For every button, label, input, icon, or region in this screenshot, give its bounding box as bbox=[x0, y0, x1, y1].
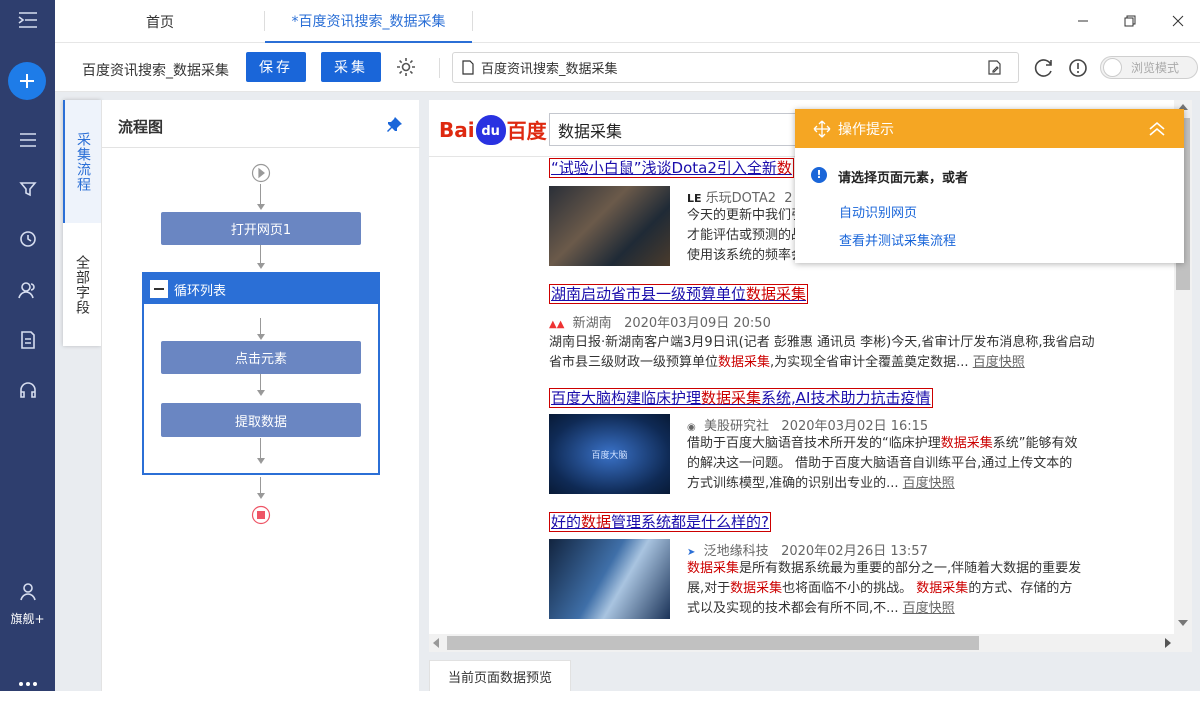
url-field[interactable]: 百度资讯搜索_数据采集 bbox=[452, 52, 1019, 83]
more-icon[interactable] bbox=[0, 664, 55, 704]
users-icon[interactable] bbox=[0, 270, 55, 310]
browse-mode-toggle[interactable]: 浏览模式 bbox=[1100, 56, 1198, 79]
result-line: 湖南日报·新湖南客户端3月9日讯(记者 彭雅惠 通讯员 李彬)今天,省审计厅发布… bbox=[549, 335, 1095, 350]
task-name: 百度资讯搜索_数据采集 bbox=[82, 63, 229, 79]
result-line: 方式训练模型,准确的识别出专业的... 百度快照 bbox=[687, 476, 955, 491]
start-icon bbox=[251, 163, 271, 187]
page-icon bbox=[462, 60, 474, 75]
minimize-icon[interactable] bbox=[1071, 10, 1095, 32]
result-line: 借助于百度大脑语音技术所开发的“临床护理数据采集系统”能够有效 bbox=[687, 436, 1078, 451]
save-button[interactable]: 保存 bbox=[246, 52, 306, 82]
data-preview-tab[interactable]: 当前页面数据预览 bbox=[429, 660, 571, 691]
result-meta: ▲▲ 新湖南 2020年03月09日 20:50 bbox=[549, 316, 771, 331]
result-line: 式以及实现的技术都会有所不同,不... 百度快照 bbox=[687, 601, 955, 616]
flagship-label[interactable]: 旗舰+ bbox=[0, 610, 55, 627]
close-icon[interactable] bbox=[1166, 10, 1190, 32]
browse-mode-label: 浏览模式 bbox=[1131, 61, 1180, 75]
baidu-logo: Bai du 百度 bbox=[439, 113, 547, 146]
add-task-button[interactable] bbox=[8, 62, 46, 100]
news-result[interactable]: 湖南启动省市县一级预算单位数据采集 bbox=[549, 284, 1109, 304]
tab-active-task[interactable]: *百度资讯搜索_数据采集 bbox=[265, 0, 472, 43]
tab-fields[interactable]: 全部字段 bbox=[63, 223, 101, 346]
snapshot-link[interactable]: 百度快照 bbox=[903, 476, 955, 491]
alert-icon: ! bbox=[811, 167, 827, 183]
tab-home[interactable]: 首页 bbox=[55, 0, 265, 43]
list-icon[interactable] bbox=[0, 120, 55, 160]
test-flow-link[interactable]: 查看并测试采集流程 bbox=[839, 230, 956, 249]
end-icon bbox=[251, 505, 271, 529]
horizontal-scrollbar[interactable] bbox=[429, 634, 1192, 652]
result-line: 数据采集是所有数据系统最为重要的部分之一,伴随着大数据的重要发 bbox=[687, 561, 1082, 576]
result-title[interactable]: 百度大脑构建临床护理数据采集系统,AI技术助力抗击疫情 bbox=[549, 388, 933, 408]
side-tabs: 采集流程 全部字段 bbox=[63, 100, 101, 346]
loop-list-header[interactable]: 循环列表 bbox=[144, 274, 378, 304]
tip-message: 请选择页面元素，或者 bbox=[838, 171, 969, 186]
flow-panel: 流程图 打开网页1 循环列表 点击元素 提取数据 bbox=[101, 100, 420, 691]
step-click-element[interactable]: 点击元素 bbox=[161, 341, 361, 374]
tab-flow[interactable]: 采集流程 bbox=[63, 100, 101, 223]
info-icon[interactable] bbox=[1067, 57, 1089, 83]
template-icon[interactable] bbox=[0, 169, 55, 209]
result-title[interactable]: 湖南启动省市县一级预算单位数据采集 bbox=[549, 284, 809, 304]
step-extract-data[interactable]: 提取数据 bbox=[161, 403, 361, 437]
result-thumbnail[interactable] bbox=[549, 186, 670, 266]
result-thumbnail[interactable] bbox=[549, 539, 670, 619]
flow-header: 流程图 bbox=[102, 100, 420, 148]
flow-title: 流程图 bbox=[118, 118, 164, 136]
operation-tip-popup: 操作提示 ! 请选择页面元素，或者 自动识别网页 查看并测试采集流程 bbox=[795, 109, 1184, 263]
tip-title: 操作提示 bbox=[838, 121, 894, 138]
user-icon[interactable] bbox=[0, 572, 55, 612]
collapse-up-icon[interactable] bbox=[1148, 121, 1166, 137]
left-sidebar: 旗舰+ bbox=[0, 0, 55, 691]
refresh-icon[interactable] bbox=[1033, 57, 1055, 83]
loop-list-label: 循环列表 bbox=[174, 283, 227, 299]
data-preview-bar: 当前页面数据预览 bbox=[429, 660, 1192, 691]
menu-collapse-icon[interactable] bbox=[0, 0, 55, 40]
paw-icon: du bbox=[475, 114, 506, 145]
baidu-search-input[interactable]: 数据采集 bbox=[549, 113, 799, 146]
tip-header[interactable]: 操作提示 bbox=[795, 109, 1184, 148]
result-line: 省市县三级财政一级预算单位数据采集,为实现全省审计全覆盖奠定数据... 百度快照 bbox=[549, 355, 1025, 370]
result-title[interactable]: “试验小白鼠”浅谈Dota2引入全新数 bbox=[549, 158, 794, 178]
edit-page-icon[interactable] bbox=[987, 60, 1003, 76]
auto-detect-link[interactable]: 自动识别网页 bbox=[839, 202, 917, 221]
url-text: 百度资讯搜索_数据采集 bbox=[481, 62, 618, 77]
toolbar: 百度资讯搜索_数据采集 保存 采集 百度资讯搜索_数据采集 浏览模式 bbox=[55, 44, 1200, 92]
headset-icon[interactable] bbox=[0, 370, 55, 410]
result-title[interactable]: 好的数据管理系统都是什么样的? bbox=[549, 512, 771, 532]
result-meta: ◉ 美股研究社 2020年03月02日 16:15 bbox=[687, 419, 929, 434]
collect-button[interactable]: 采集 bbox=[321, 52, 381, 82]
news-result[interactable]: 好的数据管理系统都是什么样的? bbox=[549, 512, 1109, 532]
result-line: 的解决这一问题。 借助于百度大脑语音自训练平台,通过上传文本的 bbox=[687, 456, 1073, 471]
move-icon bbox=[813, 120, 831, 138]
loop-list-container[interactable]: 循环列表 点击元素 提取数据 bbox=[142, 272, 380, 475]
collapse-minus-icon[interactable] bbox=[150, 280, 168, 298]
step-open-page[interactable]: 打开网页1 bbox=[161, 212, 361, 245]
tab-bar: 首页 *百度资讯搜索_数据采集 bbox=[55, 0, 1200, 43]
settings-gear-icon[interactable] bbox=[395, 56, 417, 82]
news-result[interactable]: 百度大脑构建临床护理数据采集系统,AI技术助力抗击疫情 bbox=[549, 388, 1109, 408]
pin-icon[interactable] bbox=[385, 116, 403, 138]
restore-icon[interactable] bbox=[1118, 10, 1142, 32]
result-thumbnail[interactable]: 百度大脑 bbox=[549, 414, 670, 494]
snapshot-link[interactable]: 百度快照 bbox=[903, 601, 955, 616]
history-icon[interactable] bbox=[0, 219, 55, 259]
snapshot-link[interactable]: 百度快照 bbox=[973, 355, 1025, 370]
document-icon[interactable] bbox=[0, 320, 55, 360]
result-line: 展,对于数据采集也将面临不小的挑战。 数据采集的方式、存储的方 bbox=[687, 581, 1073, 596]
result-meta: ➤ 泛地缘科技 2020年02月26日 13:57 bbox=[687, 544, 928, 559]
